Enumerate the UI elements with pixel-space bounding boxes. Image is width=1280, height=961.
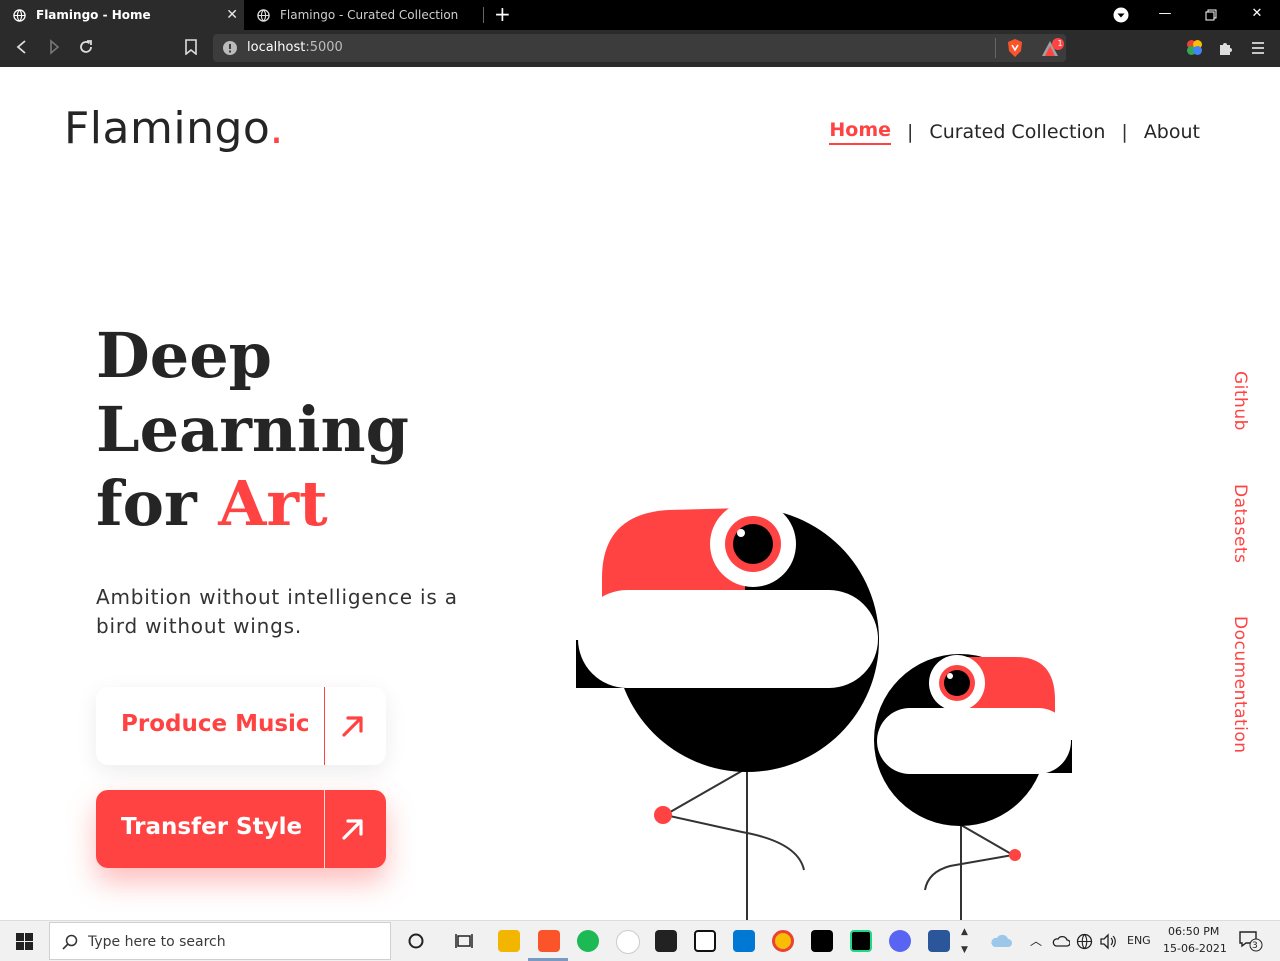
discord-icon[interactable]	[889, 930, 911, 952]
button-divider	[324, 687, 325, 765]
extensions-puzzle-icon[interactable]	[1218, 40, 1234, 56]
notification-icon[interactable]	[1238, 929, 1264, 953]
clock-date[interactable]: 15-06-2021	[1163, 942, 1227, 955]
hero-tagline: Ambition without intelligence is a bird …	[96, 585, 458, 638]
nav-separator: |	[907, 121, 914, 143]
flamingo-illustration	[576, 501, 1072, 920]
transfer-style-label: Transfer Style	[121, 814, 303, 840]
url-text[interactable]: localhost:5000	[247, 40, 343, 55]
big-flamingo-knee	[654, 806, 672, 824]
cortana-icon[interactable]	[408, 933, 424, 949]
nav-curated-collection-link[interactable]: Curated Collection	[929, 121, 1105, 143]
extension-color-icon[interactable]	[1186, 39, 1203, 56]
windows-start-icon[interactable]	[16, 933, 33, 950]
nav-separator: |	[1121, 121, 1128, 143]
hero-title-accent: Art	[218, 467, 328, 540]
hero-title-line2: Learning	[96, 393, 409, 466]
site-info-icon[interactable]	[222, 40, 238, 56]
pycharm-icon[interactable]	[850, 930, 872, 952]
big-flamingo	[576, 501, 879, 772]
produce-music-button[interactable]: Produce Music	[96, 687, 386, 765]
small-flamingo-legs	[924, 820, 1016, 920]
address-divider	[995, 38, 996, 58]
logo-dot: .	[269, 103, 285, 154]
hero-title-line3-prefix: for	[96, 467, 219, 540]
volume-icon[interactable]	[1099, 933, 1117, 950]
main-nav: Home | Curated Collection | About	[829, 119, 1200, 145]
file-explorer-icon[interactable]	[498, 930, 520, 952]
nav-home-link[interactable]: Home	[829, 119, 892, 145]
bookmark-icon[interactable]	[184, 39, 198, 55]
notification-count: 3	[1252, 941, 1258, 951]
language-indicator[interactable]: ENG	[1127, 934, 1151, 947]
forward-icon[interactable]	[46, 39, 62, 55]
menu-icon[interactable]	[1251, 41, 1265, 55]
globe-icon	[257, 8, 270, 22]
windows-taskbar: Type here to search ▲ ▼ ︿ ENG 06:50 PM 15…	[0, 920, 1280, 961]
spotify-icon[interactable]	[577, 930, 599, 952]
tab-title: Flamingo - Curated Collection	[280, 8, 459, 22]
side-link-datasets[interactable]: Datasets	[1226, 484, 1250, 563]
onedrive-icon[interactable]	[1052, 935, 1070, 947]
weather-cloud-icon[interactable]	[990, 933, 1012, 949]
nav-about-link[interactable]: About	[1144, 121, 1200, 143]
clock-time[interactable]: 06:50 PM	[1168, 925, 1219, 938]
tab-title: Flamingo - Home	[36, 8, 151, 22]
browser-tab-bar: Flamingo - Home ✕ Flamingo - Curated Col…	[0, 0, 1280, 30]
rewards-badge: 1	[1057, 39, 1063, 48]
logo-text: Flamingo	[64, 103, 270, 154]
small-flamingo	[874, 654, 1072, 826]
restore-icon[interactable]	[1205, 9, 1217, 21]
new-tab-icon[interactable]: +	[494, 3, 511, 25]
network-globe-icon[interactable]	[1076, 933, 1093, 950]
back-icon[interactable]	[14, 39, 30, 55]
minimize-icon[interactable]: —	[1155, 6, 1175, 21]
brave-shield-icon[interactable]	[1006, 38, 1024, 58]
search-icon	[62, 934, 78, 950]
show-hidden-icons-icon[interactable]: ︿	[1030, 932, 1042, 949]
word-icon[interactable]	[928, 930, 950, 952]
writer-app-icon[interactable]	[616, 930, 640, 954]
profile-menu-icon[interactable]	[1113, 7, 1129, 23]
small-flamingo-knee	[1009, 849, 1021, 861]
transfer-style-button[interactable]: Transfer Style	[96, 790, 386, 868]
hero-title: Deep Learning for Art	[96, 319, 516, 541]
taskbar-search-box[interactable]: Type here to search	[49, 922, 391, 960]
close-window-icon[interactable]: ✕	[1247, 6, 1267, 21]
button-divider	[324, 790, 325, 868]
intellij-icon[interactable]	[811, 930, 833, 952]
reload-icon[interactable]	[78, 39, 94, 55]
task-view-icon[interactable]	[455, 933, 473, 949]
arrow-up-right-icon	[342, 716, 363, 737]
vscode-icon[interactable]	[733, 930, 755, 952]
tab-flamingo-home[interactable]: Flamingo - Home ✕	[0, 0, 244, 30]
figma-icon[interactable]	[655, 930, 677, 952]
side-link-documentation[interactable]: Documentation	[1226, 616, 1250, 754]
globe-icon	[13, 8, 26, 22]
side-link-github[interactable]: Github	[1226, 371, 1250, 431]
site-logo[interactable]: Flamingo.	[64, 103, 284, 154]
produce-music-label: Produce Music	[121, 711, 310, 737]
chrome-icon[interactable]	[772, 930, 794, 952]
arrow-up-right-icon	[342, 819, 363, 840]
tab-divider	[483, 7, 484, 23]
big-flamingo-legs	[662, 760, 805, 920]
search-placeholder: Type here to search	[88, 934, 226, 950]
notion-icon[interactable]	[694, 930, 716, 952]
web-page: Flamingo. Home | Curated Collection | Ab…	[0, 67, 1280, 920]
taskbar-scroll-arrows[interactable]: ▲ ▼	[961, 923, 968, 959]
url-host: localhost	[247, 40, 306, 55]
close-tab-icon[interactable]: ✕	[226, 7, 238, 23]
hero-title-line1: Deep	[96, 319, 273, 392]
tab-flamingo-curated-collection[interactable]: Flamingo - Curated Collection	[244, 0, 484, 30]
brave-browser-icon[interactable]	[538, 930, 560, 952]
url-port: :5000	[305, 40, 343, 55]
